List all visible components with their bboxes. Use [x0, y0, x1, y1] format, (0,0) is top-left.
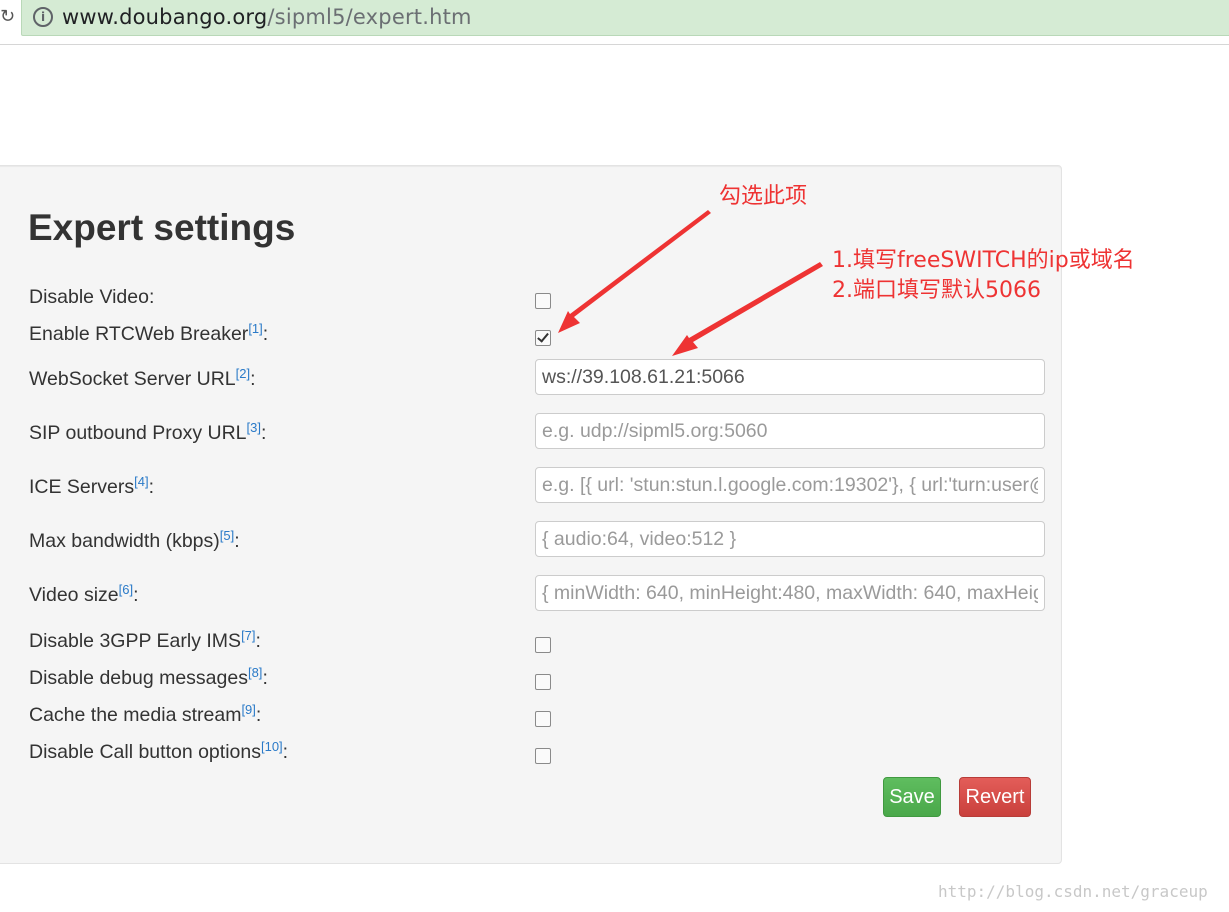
annotation-arrows: [558, 210, 823, 356]
arrow-to-checkbox: [558, 210, 711, 333]
annotation-line-1: 1.填写freeSWITCH的ip或域名: [832, 248, 1135, 273]
annotation-line-2: 2.端口填写默认5066: [832, 278, 1041, 303]
annotation-check-this: 勾选此项: [719, 184, 808, 209]
arrow-to-url-input: [672, 262, 823, 356]
watermark: http://blog.csdn.net/graceup: [938, 882, 1208, 901]
